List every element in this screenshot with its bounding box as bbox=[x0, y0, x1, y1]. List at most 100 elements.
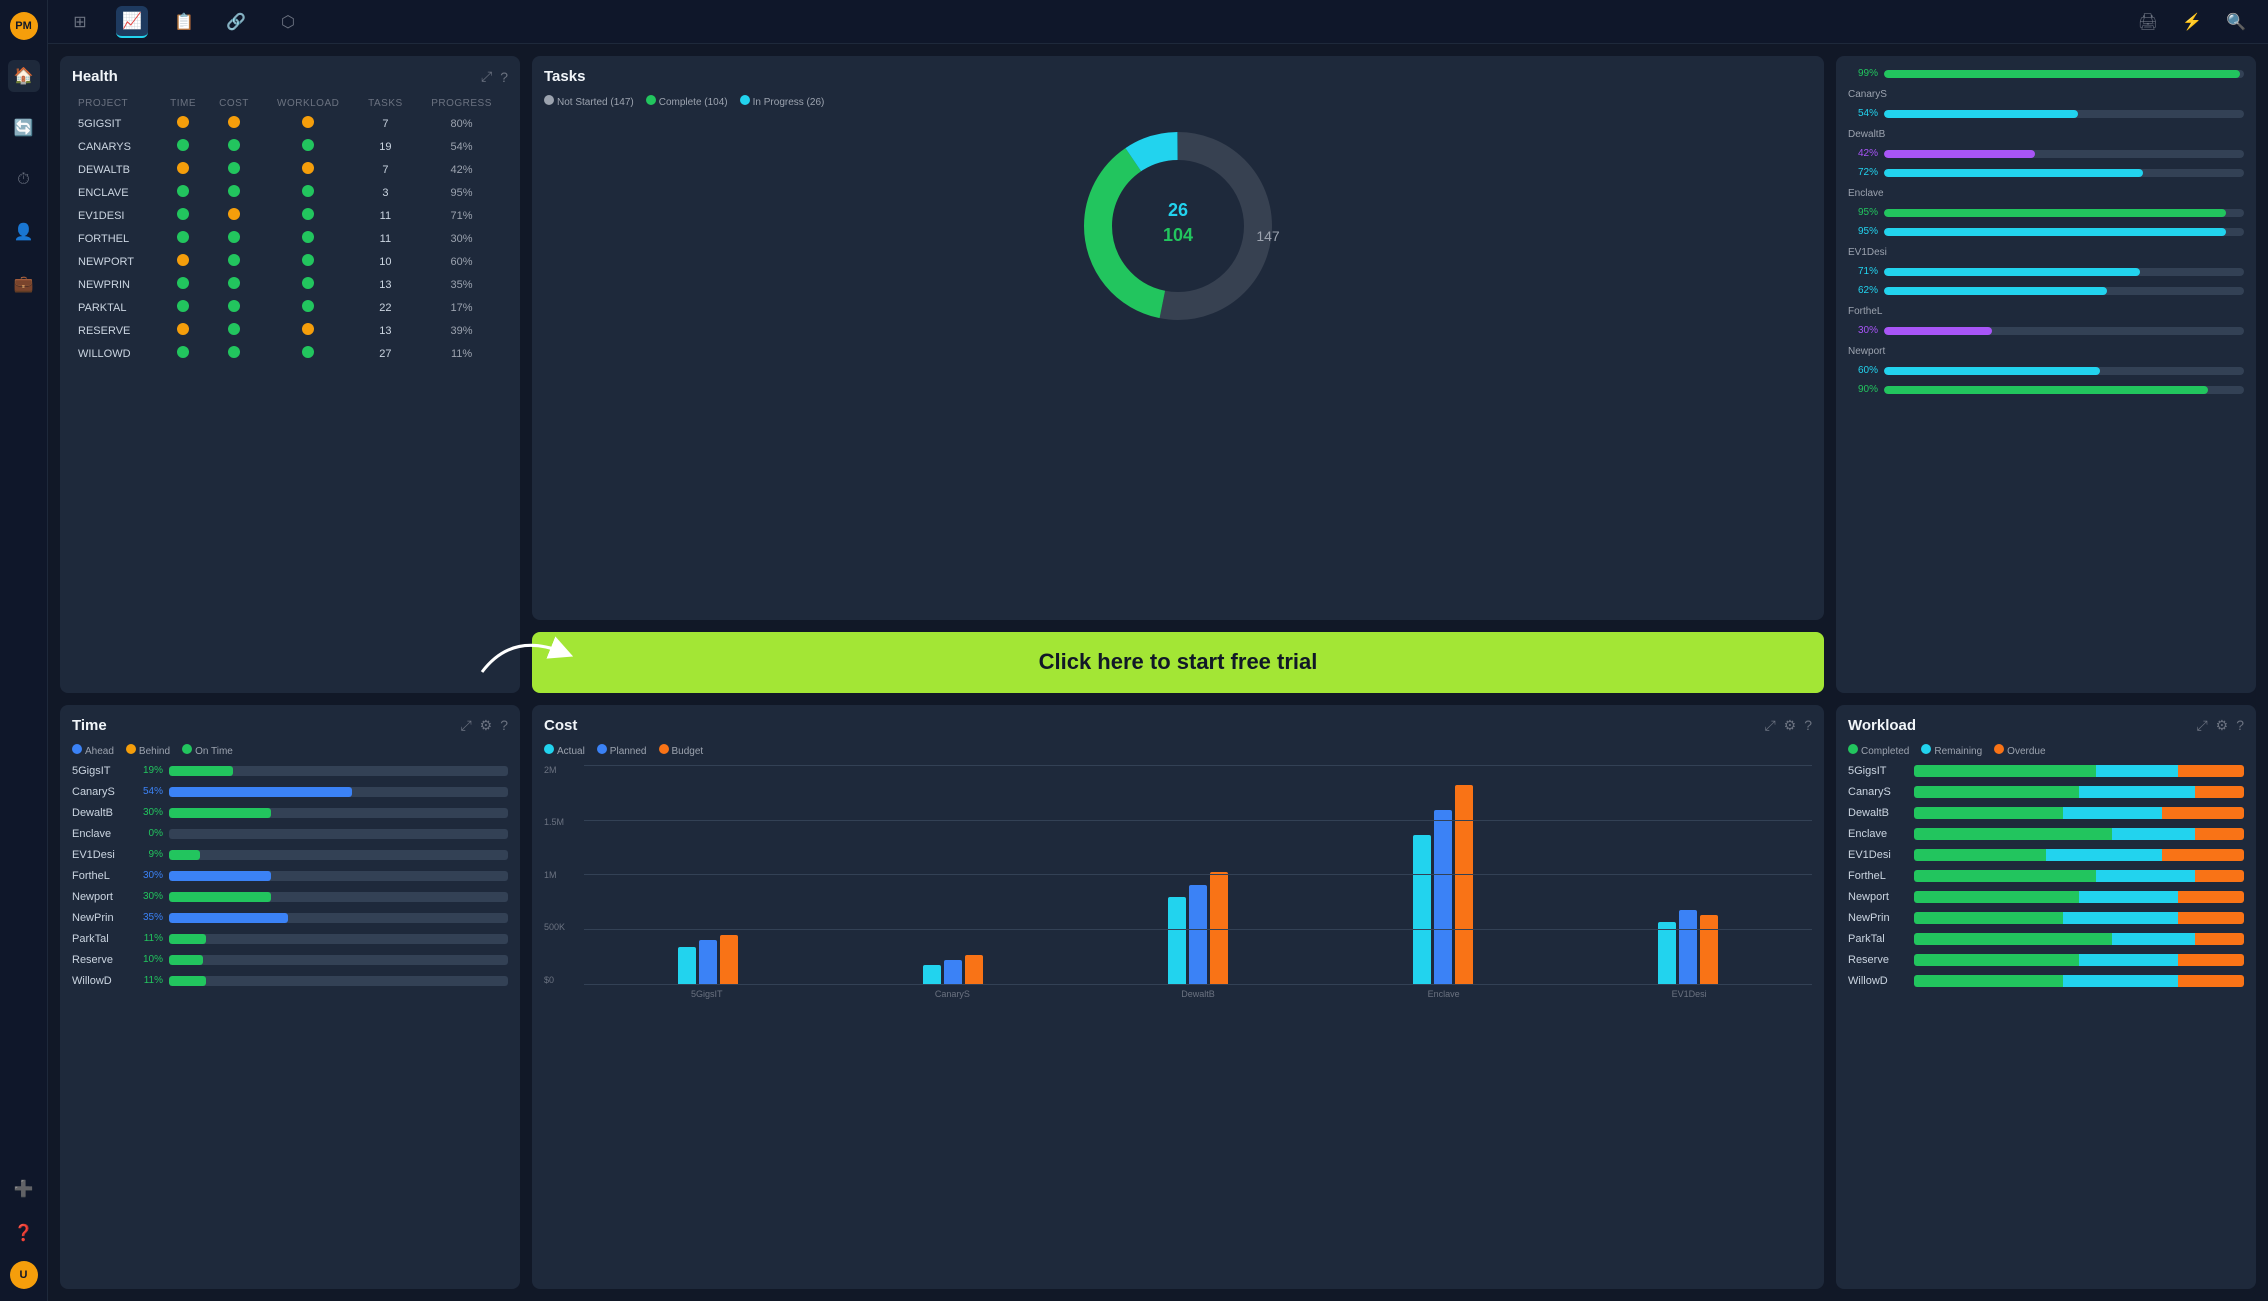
wb-remaining bbox=[2112, 828, 2195, 840]
y-label-1m: 1M bbox=[544, 870, 565, 880]
progress-row: 62% bbox=[1848, 285, 2244, 296]
time-dot bbox=[159, 342, 207, 365]
topnav: ⊞ 📈 📋 🔗 ⬡ 🖨 ⚡ 🔍 bbox=[48, 0, 2268, 44]
wb-remaining bbox=[2079, 891, 2178, 903]
wb-remaining bbox=[2079, 786, 2195, 798]
cost-settings-icon[interactable]: ⚙ bbox=[1784, 717, 1797, 734]
sidebar-item-help[interactable]: ❓ bbox=[8, 1217, 40, 1249]
workload-row: Reserve bbox=[1848, 954, 2244, 966]
cost-help-icon[interactable]: ? bbox=[1804, 717, 1812, 733]
cost-dot bbox=[207, 135, 260, 158]
sidebar-item-users[interactable]: 👤 bbox=[8, 216, 40, 248]
wb-completed bbox=[1914, 975, 2063, 987]
app-logo[interactable]: PM bbox=[10, 12, 38, 40]
time-help-icon[interactable]: ? bbox=[500, 717, 508, 733]
time-pct: 30% bbox=[133, 807, 163, 818]
cost-group bbox=[1573, 910, 1802, 985]
project-name: DEWALTB bbox=[72, 158, 159, 181]
health-expand-icon[interactable]: ⤢ bbox=[481, 68, 492, 85]
svg-text:104: 104 bbox=[1163, 225, 1193, 245]
bar-outer bbox=[1884, 209, 2244, 217]
cost-bar-planned bbox=[944, 960, 962, 985]
time-row: DewaltB 30% bbox=[72, 807, 508, 819]
time-bar bbox=[169, 871, 508, 881]
workload-dot bbox=[261, 273, 356, 296]
health-header: Health ⤢ ? bbox=[72, 68, 508, 85]
workload-expand-icon[interactable]: ⤢ bbox=[2196, 717, 2207, 734]
topnav-network-icon[interactable]: ⬡ bbox=[272, 6, 304, 38]
progress-row: 72% bbox=[1848, 167, 2244, 178]
project-name: RESERVE bbox=[72, 319, 159, 342]
wb-overdue bbox=[2178, 912, 2244, 924]
sidebar-item-time[interactable]: ⏱ bbox=[8, 164, 40, 196]
progress-label-row: EV1Desi bbox=[1848, 247, 2244, 258]
workload-label: 5GigsIT bbox=[1848, 765, 1908, 777]
main-area: ⊞ 📈 📋 🔗 ⬡ 🖨 ⚡ 🔍 Health ⤢ ? bbox=[48, 0, 2268, 1301]
sidebar-item-portfolio[interactable]: 💼 bbox=[8, 268, 40, 300]
bar-fill bbox=[1884, 70, 2240, 78]
cost-expand-icon[interactable]: ⤢ bbox=[1764, 717, 1775, 734]
workload-label: WillowD bbox=[1848, 975, 1908, 987]
time-label: CanaryS bbox=[72, 786, 127, 798]
time-header: Time ⤢ ⚙ ? bbox=[72, 717, 508, 734]
sidebar-item-add[interactable]: ➕ bbox=[8, 1173, 40, 1205]
workload-bar bbox=[1914, 975, 2244, 987]
workload-rows: 5GigsIT CanaryS DewaltB Enclave EV1Desi bbox=[1848, 765, 2244, 991]
progress-label-row: Enclave bbox=[1848, 188, 2244, 199]
topnav-clipboard-icon[interactable]: 📋 bbox=[168, 6, 200, 38]
time-expand-icon[interactable]: ⤢ bbox=[460, 717, 471, 734]
workload-bar bbox=[1914, 933, 2244, 945]
cost-x-label: Enclave bbox=[1321, 989, 1567, 999]
cost-bar-actual bbox=[1413, 835, 1431, 985]
workload-bar bbox=[1914, 807, 2244, 819]
workload-panel: Workload ⤢ ⚙ ? Completed Remaining Overd… bbox=[1836, 705, 2256, 1289]
time-settings-icon[interactable]: ⚙ bbox=[480, 717, 493, 734]
tasks-count: 27 bbox=[356, 342, 415, 365]
search-icon[interactable]: 🔍 bbox=[2220, 6, 2252, 38]
col-project: PROJECT bbox=[72, 95, 159, 112]
progress-label-row: Newport bbox=[1848, 346, 2244, 357]
cost-bar-planned bbox=[1679, 910, 1697, 985]
time-dot bbox=[159, 296, 207, 319]
workload-label: CanaryS bbox=[1848, 786, 1908, 798]
topnav-link-icon[interactable]: 🔗 bbox=[220, 6, 252, 38]
topnav-grid-icon[interactable]: ⊞ bbox=[64, 6, 96, 38]
time-dot bbox=[159, 112, 207, 135]
cost-bar-actual bbox=[923, 965, 941, 985]
sidebar-item-refresh[interactable]: 🔄 bbox=[8, 112, 40, 144]
avatar[interactable]: U bbox=[10, 1261, 38, 1289]
time-bar bbox=[169, 829, 508, 839]
wb-completed bbox=[1914, 786, 2079, 798]
y-label-500k: 500K bbox=[544, 922, 565, 932]
workload-settings-icon[interactable]: ⚙ bbox=[2216, 717, 2229, 734]
pct-value: 54% bbox=[1848, 108, 1878, 119]
cta-banner[interactable]: Click here to start free trial bbox=[532, 632, 1824, 693]
legend-overdue: Overdue bbox=[1994, 744, 2045, 757]
pct-value: 99% bbox=[1848, 68, 1878, 79]
wb-completed bbox=[1914, 828, 2112, 840]
pct-value: 95% bbox=[1848, 207, 1878, 218]
time-row: Enclave 0% bbox=[72, 828, 508, 840]
topnav-chart-icon[interactable]: 📈 bbox=[116, 6, 148, 38]
col-progress: PROGRESS bbox=[415, 95, 508, 112]
workload-bar bbox=[1914, 765, 2244, 777]
workload-dot bbox=[261, 158, 356, 181]
cost-title: Cost bbox=[544, 717, 577, 734]
health-table: PROJECT TIME COST WORKLOAD TASKS PROGRES… bbox=[72, 95, 508, 365]
time-pct: 0% bbox=[133, 828, 163, 839]
progress-panel: 99%CanaryS54%DewaltB42%72%Enclave95%95%E… bbox=[1836, 56, 2256, 693]
health-help-icon[interactable]: ? bbox=[500, 69, 508, 85]
filter-icon[interactable]: ⚡ bbox=[2176, 6, 2208, 38]
sidebar-item-home[interactable]: 🏠 bbox=[8, 60, 40, 92]
workload-row: 5GigsIT bbox=[1848, 765, 2244, 777]
progress-value: 54% bbox=[415, 135, 508, 158]
table-row: CANARYS 19 54% bbox=[72, 135, 508, 158]
time-dot bbox=[159, 319, 207, 342]
workload-row: NewPrin bbox=[1848, 912, 2244, 924]
time-row: CanaryS 54% bbox=[72, 786, 508, 798]
wb-completed bbox=[1914, 807, 2063, 819]
workload-help-icon[interactable]: ? bbox=[2236, 717, 2244, 733]
print-icon[interactable]: 🖨 bbox=[2132, 6, 2164, 38]
wb-overdue bbox=[2162, 849, 2245, 861]
cost-chart-area: 2M 1.5M 1M 500K $0 bbox=[584, 765, 1812, 1005]
